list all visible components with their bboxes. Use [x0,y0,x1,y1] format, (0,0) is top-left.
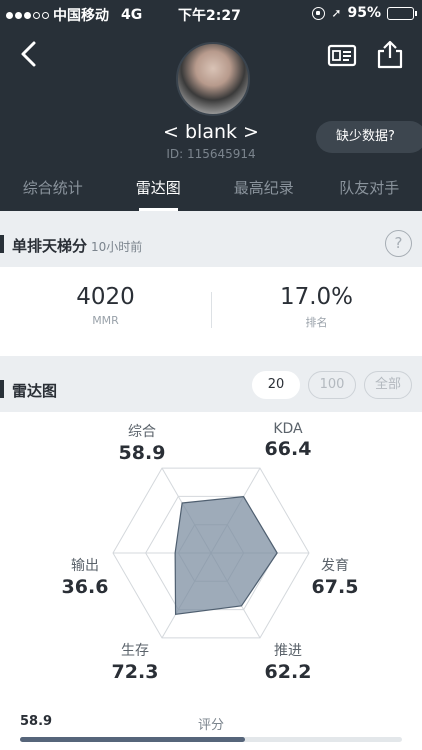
tab-teammates[interactable]: 队友对手 [317,172,422,211]
help-icon[interactable]: ? [385,230,412,257]
axis-label-farm: 发育 67.5 [295,555,375,598]
rotation-lock-icon [312,6,326,20]
axis-label-damage: 输出 36.6 [45,555,125,598]
radar-data-area [174,496,278,616]
axis-label-kda: KDA 66.4 [248,421,328,460]
radar-section-header: 雷达图 20 100 全部 [0,356,422,412]
share-icon[interactable] [375,39,405,69]
axis-label-push: 推进 62.2 [248,640,328,683]
axis-label-survival: 生存 72.3 [95,640,175,683]
ladder-title-text: 单排天梯分 [12,237,88,255]
missing-data-button[interactable]: 缺少数据? [316,121,422,153]
axis-value: 36.6 [61,576,109,598]
profile-header: 中国移动 4G 下午2:27 ➚ 95% < blank > ID: 11564… [0,0,422,211]
score-row: 58.9 评分 [0,712,422,750]
network-type: 4G [121,7,143,23]
axis-name: 发育 [321,558,349,574]
ladder-title: 单排天梯分 10小时前 [12,235,142,256]
range-100-button[interactable]: 100 [308,371,356,399]
axis-name: 综合 [128,424,156,440]
status-right: ➚ 95% [312,5,417,21]
mmr-label: MMR [92,314,119,327]
battery-icon [387,6,417,20]
ladder-stats: 4020 MMR 17.0% 排名 [0,268,422,356]
ladder-section-header: 单排天梯分 10小时前 ? [0,211,422,267]
axis-name: 推进 [274,643,302,659]
score-bar [20,737,402,742]
status-time: 下午2:27 [178,8,241,24]
range-selector: 20 100 全部 [252,371,412,399]
section-accent [0,235,4,253]
range-all-button[interactable]: 全部 [364,371,412,399]
carrier-name: 中国移动 [53,8,109,24]
axis-value: 58.9 [118,442,166,464]
axis-label-overall: 综合 58.9 [102,421,182,464]
axis-value: 62.2 [264,661,312,683]
status-bar: 中国移动 4G 下午2:27 ➚ 95% [0,0,422,30]
score-bar-fill [20,737,245,742]
mmr-value: 4020 [76,284,135,310]
axis-value: 67.5 [311,576,359,598]
status-left: 中国移动 4G [6,5,142,25]
score-label: 评分 [197,718,224,733]
rank-stat: 17.0% 排名 [211,284,422,330]
axis-value: 72.3 [111,661,159,683]
section-accent [0,380,4,398]
ladder-updated: 10小时前 [91,240,143,254]
rank-value: 17.0% [279,284,354,310]
tab-bar: 综合统计 雷达图 最高纪录 队友对手 [0,172,422,211]
rank-label: 排名 [305,316,328,329]
axis-value: 66.4 [264,438,312,460]
tab-radar[interactable]: 雷达图 [106,172,212,211]
tab-overall-stats[interactable]: 综合统计 [0,172,106,211]
mmr-stat: 4020 MMR [0,284,211,327]
back-arrow-icon[interactable] [14,38,46,70]
avatar[interactable] [176,42,250,116]
axis-name: KDA [273,421,303,437]
radar-title: 雷达图 [12,382,58,400]
range-20-button[interactable]: 20 [252,371,300,399]
location-arrow-icon: ➚ [331,6,342,20]
tab-records[interactable]: 最高纪录 [211,172,317,211]
profile-card-icon[interactable] [327,40,357,70]
battery-percent: 95% [347,5,381,21]
radar-chart: 综合 58.9 KDA 66.4 发育 67.5 推进 62.2 生存 72.3… [0,412,422,712]
axis-name: 输出 [71,558,99,574]
signal-strength-icon [6,11,49,19]
axis-name: 生存 [121,643,149,659]
